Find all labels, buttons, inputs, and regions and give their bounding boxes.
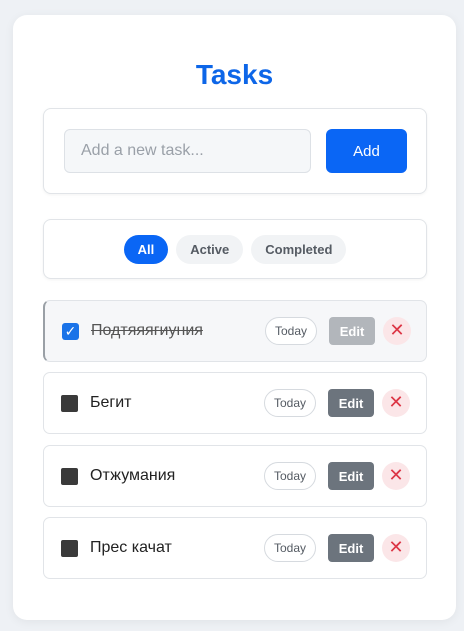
task-date-badge: Today bbox=[264, 534, 316, 562]
close-icon: ✕ bbox=[388, 465, 404, 486]
filter-all[interactable]: All bbox=[123, 235, 169, 264]
task-text: Отжумания bbox=[90, 467, 176, 484]
task-item: ✓ Подтяяягиуния Today Edit ✕ bbox=[43, 300, 427, 362]
task-checkbox[interactable] bbox=[61, 468, 78, 485]
page-title: Tasks bbox=[195, 59, 274, 90]
task-item: Отжумания Today Edit ✕ bbox=[43, 445, 427, 507]
filter-panel: All Active Completed bbox=[43, 219, 427, 279]
filter-group: All Active Completed bbox=[44, 235, 426, 264]
task-date-badge: Today bbox=[264, 389, 316, 417]
delete-button[interactable]: ✕ bbox=[382, 534, 410, 562]
new-task-input[interactable] bbox=[64, 129, 311, 173]
checkmark-icon: ✓ bbox=[64, 323, 77, 339]
task-date-badge: Today bbox=[265, 317, 317, 345]
task-checkbox[interactable] bbox=[61, 540, 78, 557]
delete-button[interactable]: ✕ bbox=[382, 462, 410, 490]
task-item: Бегит Today Edit ✕ bbox=[43, 372, 427, 434]
edit-button[interactable]: Edit bbox=[328, 462, 374, 490]
add-task-panel: Add bbox=[43, 108, 427, 194]
close-icon: ✕ bbox=[389, 320, 405, 341]
filter-completed[interactable]: Completed bbox=[251, 235, 347, 264]
edit-button[interactable]: Edit bbox=[329, 317, 375, 345]
edit-button[interactable]: Edit bbox=[328, 534, 374, 562]
delete-button[interactable]: ✕ bbox=[382, 389, 410, 417]
edit-button[interactable]: Edit bbox=[328, 389, 374, 417]
delete-button[interactable]: ✕ bbox=[383, 317, 411, 345]
task-checkbox[interactable] bbox=[61, 395, 78, 412]
task-text: Прес качат bbox=[90, 539, 172, 556]
task-text: Бегит bbox=[90, 394, 132, 411]
close-icon: ✕ bbox=[388, 537, 404, 558]
task-date-badge: Today bbox=[264, 462, 316, 490]
add-button[interactable]: Add bbox=[326, 129, 407, 173]
filter-active[interactable]: Active bbox=[176, 235, 244, 264]
task-checkbox[interactable]: ✓ bbox=[62, 323, 79, 340]
task-item: Прес качат Today Edit ✕ bbox=[43, 517, 427, 579]
close-icon: ✕ bbox=[388, 392, 404, 413]
task-app-card: Tasks Add All Active Completed ✓ Подтяяя… bbox=[13, 15, 456, 620]
task-text: Подтяяягиуния bbox=[91, 322, 203, 339]
